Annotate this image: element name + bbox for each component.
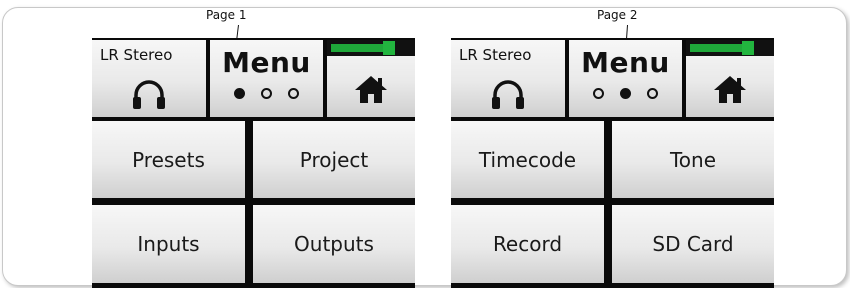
menu-title: Menu [222, 46, 311, 79]
home-button[interactable] [327, 40, 415, 117]
source-label: LR Stereo [459, 46, 532, 64]
page-dot-3 [288, 88, 299, 99]
headphones-icon [492, 80, 524, 109]
record-button[interactable]: Record [451, 205, 604, 283]
project-button[interactable]: Project [253, 121, 415, 198]
outputs-button[interactable]: Outputs [253, 205, 415, 283]
home-icon [355, 76, 387, 103]
page-dot-3 [647, 88, 658, 99]
level-meter [686, 40, 774, 56]
page-dot-2 [620, 88, 631, 99]
menu-title: Menu [581, 46, 670, 79]
menu-header: Menu [210, 40, 323, 117]
timecode-button[interactable]: Timecode [451, 121, 604, 198]
level-meter [327, 40, 415, 56]
inputs-button[interactable]: Inputs [92, 205, 245, 283]
menu-screen-page-2: LR Stereo Menu Timecode Tone Record SD C… [451, 38, 774, 288]
menu-header: Menu [569, 40, 682, 117]
page-dot-1 [234, 88, 245, 99]
home-button[interactable] [686, 40, 774, 117]
page-indicator [569, 88, 682, 99]
tone-button[interactable]: Tone [612, 121, 774, 198]
page-dot-1 [593, 88, 604, 99]
level-meter-peak [383, 41, 395, 55]
callout-page-2-label: Page 2 [597, 8, 638, 22]
headphones-icon [133, 80, 165, 109]
level-meter-peak [742, 41, 754, 55]
page-indicator [210, 88, 323, 99]
presets-button[interactable]: Presets [92, 121, 245, 198]
callout-page-1-label: Page 1 [206, 8, 247, 22]
source-label: LR Stereo [100, 46, 173, 64]
home-icon [714, 76, 746, 103]
page-dot-2 [261, 88, 272, 99]
menu-screen-page-1: LR Stereo Menu Presets Project Inputs Ou… [92, 38, 415, 288]
source-selector[interactable]: LR Stereo [92, 40, 206, 117]
sd-card-button[interactable]: SD Card [612, 205, 774, 283]
source-selector[interactable]: LR Stereo [451, 40, 565, 117]
